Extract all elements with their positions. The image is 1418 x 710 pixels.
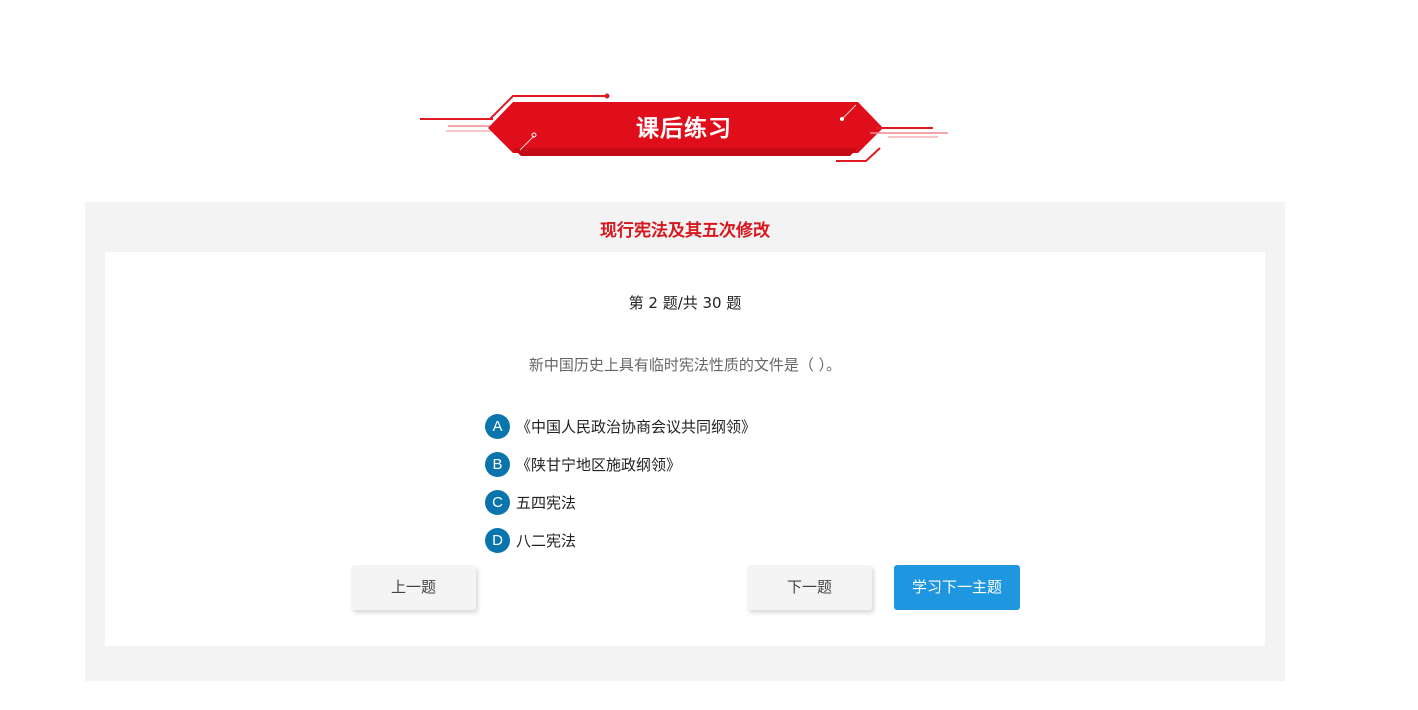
next-topic-button[interactable]: 学习下一主题 <box>894 565 1020 610</box>
option-letter-badge: D <box>485 527 510 553</box>
option-letter-badge: C <box>485 489 510 515</box>
option-b[interactable]: B 《陕甘宁地区施政纲领》 <box>485 451 756 477</box>
option-a[interactable]: A 《中国人民政治协商会议共同纲领》 <box>485 413 756 439</box>
title-banner: 课后练习 <box>418 90 950 166</box>
options-list: A 《中国人民政治协商会议共同纲领》 B 《陕甘宁地区施政纲领》 C 五四宪法 … <box>485 413 756 565</box>
option-letter-badge: A <box>485 413 510 439</box>
option-text: 《陕甘宁地区施政纲领》 <box>516 455 682 474</box>
banner-title: 课后练习 <box>636 116 732 142</box>
question-card: 第 2 题/共 30 题 新中国历史上具有临时宪法性质的文件是（ ）。 A 《中… <box>105 252 1265 646</box>
question-text: 新中国历史上具有临时宪法性质的文件是（ ）。 <box>528 356 842 374</box>
previous-question-button[interactable]: 上一题 <box>351 565 476 610</box>
next-question-button[interactable]: 下一题 <box>747 565 872 610</box>
option-text: 《中国人民政治协商会议共同纲领》 <box>516 417 757 436</box>
option-letter-badge: B <box>485 451 510 477</box>
option-d[interactable]: D 八二宪法 <box>485 527 756 553</box>
option-text: 五四宪法 <box>516 493 577 512</box>
page: 课后练习 现行宪法及其五次修改 第 2 题/共 30 题 新中国历史上具有临时宪… <box>0 0 1418 710</box>
option-c[interactable]: C 五四宪法 <box>485 489 756 515</box>
quiz-panel: 现行宪法及其五次修改 第 2 题/共 30 题 新中国历史上具有临时宪法性质的文… <box>85 202 1285 681</box>
option-text: 八二宪法 <box>516 531 577 550</box>
topic-title: 现行宪法及其五次修改 <box>600 221 770 241</box>
question-progress: 第 2 题/共 30 题 <box>628 294 742 312</box>
